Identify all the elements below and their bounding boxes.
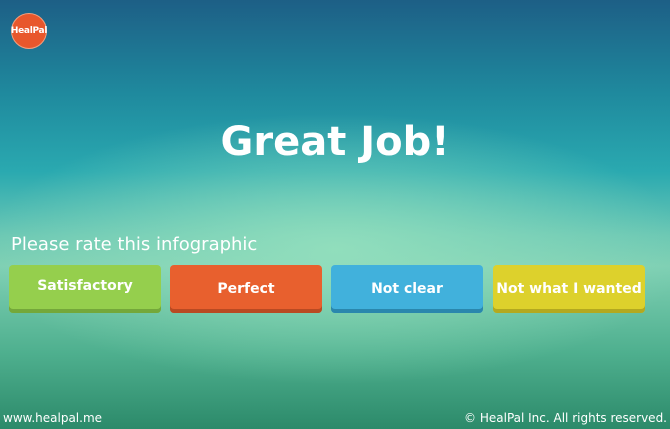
page-title: Great Job! bbox=[220, 119, 450, 165]
healpal-logo[interactable]: HealPal bbox=[11, 13, 47, 49]
rate-satisfactory-button[interactable]: Satisfactory bbox=[9, 265, 161, 313]
rate-not-what-i-wanted-button[interactable]: Not what I wanted bbox=[493, 265, 645, 313]
copyright-notice: © HealPal Inc. All rights reserved. bbox=[464, 411, 667, 425]
rating-prompt: Please rate this infographic bbox=[11, 234, 258, 255]
rate-not-clear-button[interactable]: Not clear bbox=[331, 265, 483, 313]
website-link[interactable]: www.healpal.me bbox=[3, 410, 102, 426]
rating-options: Satisfactory Perfect Not clear Not what … bbox=[9, 265, 661, 313]
rate-perfect-button[interactable]: Perfect bbox=[170, 265, 322, 313]
